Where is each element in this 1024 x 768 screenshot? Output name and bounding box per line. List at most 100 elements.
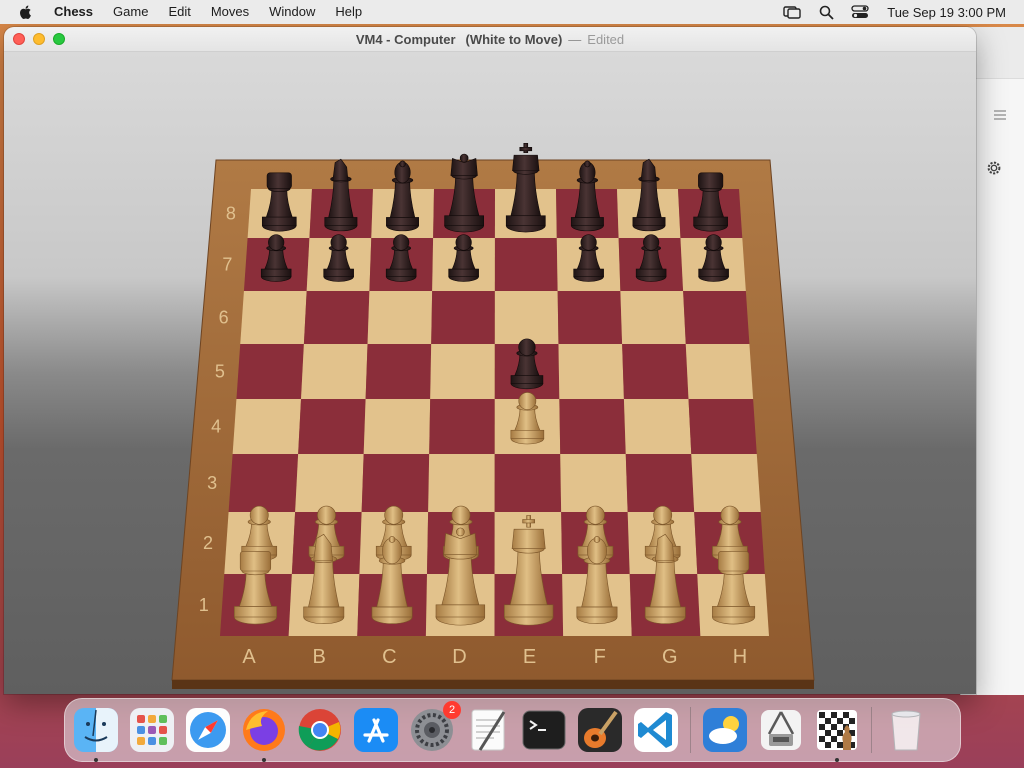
dock-separator [690, 707, 691, 753]
appstore-icon [354, 708, 398, 752]
rank-label-1: 1 [199, 595, 209, 615]
menu-help[interactable]: Help [335, 0, 362, 24]
board-square-b4[interactable] [298, 399, 366, 454]
menu-game[interactable]: Game [113, 0, 148, 24]
chess-scene: 8 7 6 5 4 3 2 1 A B C D E F G H [4, 52, 976, 694]
dock-garageband[interactable] [575, 705, 625, 755]
board-square-h6[interactable] [683, 291, 750, 344]
screen-mirroring-icon[interactable] [783, 4, 801, 20]
board-square-a3[interactable] [228, 454, 299, 512]
window-titlebar[interactable]: VM4 - Computer (White to Move) — Edited [4, 27, 976, 52]
board-square-h4[interactable] [688, 399, 757, 454]
dock-chess[interactable] [812, 705, 862, 762]
dock-textedit[interactable] [463, 705, 513, 755]
menu-clock[interactable]: Tue Sep 19 3:00 PM [887, 5, 1006, 20]
launchpad-icon [130, 708, 174, 752]
rank-label-5: 5 [215, 362, 225, 382]
vscode-icon [634, 708, 678, 752]
menu-window[interactable]: Window [269, 0, 315, 24]
spotlight-search-icon[interactable] [817, 4, 835, 20]
dock-trash[interactable] [881, 705, 931, 755]
dock-weather[interactable] [700, 705, 750, 755]
board-square-f5[interactable] [558, 344, 624, 399]
board-square-g6[interactable] [620, 291, 686, 344]
board-square-c4[interactable] [363, 399, 431, 454]
dock-system-settings[interactable]: 2 [407, 701, 461, 755]
board-square-a6[interactable] [240, 291, 307, 344]
firefox-icon [243, 709, 285, 751]
board-square-d5[interactable] [430, 344, 495, 399]
trash-icon [891, 710, 921, 751]
board-square-d6[interactable] [431, 291, 495, 344]
control-center-icon[interactable] [851, 4, 869, 20]
apple-icon[interactable] [18, 4, 34, 20]
weather-icon [703, 708, 747, 752]
dock-firefox[interactable] [239, 705, 289, 762]
menu-moves[interactable]: Moves [211, 0, 249, 24]
dock-finder[interactable] [71, 705, 121, 762]
dock-launchpad[interactable] [127, 705, 177, 755]
board-square-d3[interactable] [428, 454, 495, 512]
board-square-f3[interactable] [560, 454, 628, 512]
rank-label-4: 4 [211, 417, 221, 437]
status-tray: Tue Sep 19 3:00 PM [767, 0, 1006, 24]
close-window-button[interactable] [13, 33, 25, 45]
window-controls [13, 33, 73, 45]
archive-icon [761, 710, 801, 750]
board-square-a5[interactable] [236, 344, 304, 399]
file-label-h: H [733, 646, 747, 668]
menu-edit[interactable]: Edit [168, 0, 190, 24]
dock-chrome[interactable] [295, 705, 345, 755]
chess-icon [817, 710, 857, 750]
rank-label-6: 6 [219, 308, 229, 328]
minimize-window-button[interactable] [33, 33, 45, 45]
board-square-f4[interactable] [559, 399, 626, 454]
title-separator: — [568, 31, 582, 47]
chrome-icon [298, 709, 341, 751]
rank-label-3: 3 [207, 473, 217, 493]
board-square-h5[interactable] [685, 344, 754, 399]
board-square-g5[interactable] [622, 344, 689, 399]
window-title: VM4 - Computer [355, 31, 456, 47]
board-square-b6[interactable] [303, 291, 370, 344]
rank-label-7: 7 [222, 255, 232, 275]
board-square-f6[interactable] [557, 291, 623, 344]
board-square-e3[interactable] [494, 454, 562, 512]
dock-archive-utility[interactable] [756, 705, 806, 755]
board-square-d4[interactable] [429, 399, 495, 454]
file-label-b: B [313, 646, 326, 668]
board-square-b3[interactable] [295, 454, 364, 512]
file-label-f: F [594, 646, 606, 668]
board-square-c3[interactable] [361, 454, 430, 512]
board-square-e6[interactable] [494, 291, 559, 344]
board-square-h3[interactable] [691, 454, 761, 512]
textedit-icon [471, 709, 506, 751]
rank-label-2: 2 [203, 533, 213, 553]
rank-label-8: 8 [226, 204, 236, 224]
dock-vscode[interactable] [631, 705, 681, 755]
board-square-g4[interactable] [623, 399, 692, 454]
dock-terminal[interactable] [519, 705, 569, 755]
board-square-b5[interactable] [301, 344, 368, 399]
board-square-c5[interactable] [365, 344, 432, 399]
board-square-a4[interactable] [232, 399, 302, 454]
board-square-e7[interactable] [494, 238, 558, 291]
board-frame-edge [172, 680, 814, 689]
running-indicator [835, 758, 839, 762]
dock-appstore[interactable] [351, 705, 401, 755]
menu-app-chess[interactable]: Chess [54, 0, 93, 24]
zoom-window-button[interactable] [53, 33, 65, 45]
running-indicator [94, 758, 98, 762]
turn-status: (White to Move) [465, 31, 563, 47]
file-label-e: E [523, 646, 536, 668]
chess-window: VM4 - Computer (White to Move) — Edited [4, 27, 976, 694]
dock: 2 [64, 698, 961, 762]
file-label-g: G [662, 646, 678, 668]
board-square-c6[interactable] [367, 291, 433, 344]
list-icon[interactable] [993, 109, 1007, 121]
chess-board-view[interactable]: 8 7 6 5 4 3 2 1 A B C D E F G H [4, 52, 976, 694]
dock-safari[interactable] [183, 705, 233, 755]
gear-icon[interactable] [985, 159, 1003, 177]
file-label-d: D [452, 646, 466, 668]
board-square-g3[interactable] [625, 454, 695, 512]
